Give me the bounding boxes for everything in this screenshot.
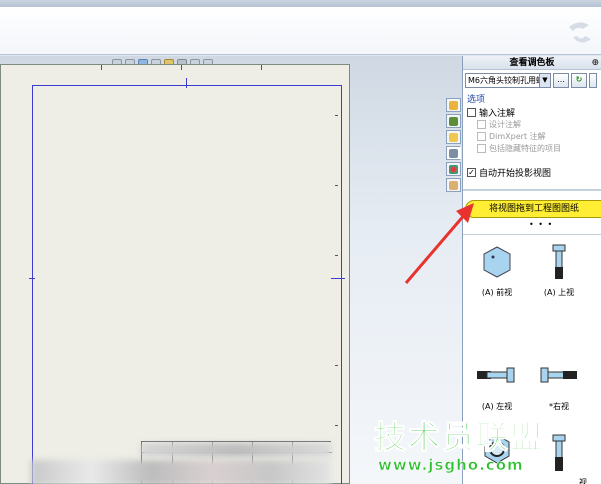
library-icon: [449, 116, 458, 126]
tab-file-explorer[interactable]: [446, 130, 461, 144]
options-group: 选项 输入注解 设计注解 DimXpert 注解 包括隐藏特征的项目 ✓ 自动开…: [467, 92, 599, 179]
dimxpert-annotations-checkbox: [477, 131, 486, 141]
appearance-icon: [449, 164, 458, 174]
import-annotations-label: 输入注解: [479, 108, 516, 119]
hidden-features-row: 包括隐藏特征的项目: [467, 142, 599, 154]
hex-bolt-right-icon: [540, 367, 577, 383]
tab-design-library[interactable]: [446, 114, 461, 128]
dimxpert-annotations-row: DimXpert 注解: [467, 130, 599, 142]
design-annotations-checkbox: [477, 119, 486, 129]
zone-tick: [335, 425, 338, 426]
view-label: (A) 左视: [481, 402, 513, 411]
view-palette-icon: [449, 148, 458, 158]
model-select[interactable]: M6六角头铰制孔用螺栓 ▼: [465, 72, 551, 88]
palette-separator: [463, 189, 601, 191]
view-label: *右视: [549, 402, 569, 411]
hidden-features-label: 包括隐藏特征的项目: [489, 143, 561, 153]
tab-view-palette[interactable]: [446, 146, 461, 160]
auto-projected-checkbox[interactable]: ✓: [467, 167, 476, 177]
tab-appearances[interactable]: [446, 162, 461, 176]
zone-tick: [181, 65, 182, 70]
hidden-features-checkbox: [477, 143, 486, 153]
zone-tick: [335, 115, 338, 116]
drawing-sheet[interactable]: [0, 64, 350, 484]
center-mark: [186, 78, 187, 88]
zone-tick: [335, 255, 338, 256]
sheet-border: [29, 78, 345, 484]
center-mark: [29, 278, 35, 279]
view-thumbnail-top[interactable]: (A) 上视: [529, 241, 589, 311]
red-arrow-annotation-icon: [404, 203, 474, 284]
zone-tick: [335, 365, 338, 366]
chevron-down-icon[interactable]: ▼: [539, 73, 550, 87]
import-annotations-checkbox[interactable]: [467, 107, 476, 117]
task-pane-tabs: [446, 98, 462, 198]
watermark: 技术员联盟 www.jsgho.com: [370, 412, 601, 484]
dimxpert-annotations-label: DimXpert 注解: [489, 131, 546, 141]
watermark-title: 技术员联盟: [373, 418, 545, 457]
watermark-url: www.jsgho.com: [378, 456, 524, 475]
model-select-row: M6六角头铰制孔用螺栓 ▼ ... ↻: [465, 72, 601, 88]
properties-icon: [449, 180, 458, 190]
auto-projected-row: ✓ 自动开始投影视图: [467, 166, 599, 179]
zone-tick: [101, 65, 102, 70]
center-mark: [331, 278, 345, 279]
pin-icon[interactable]: ⊕: [591, 56, 599, 70]
auto-projected-label: 自动开始投影视图: [479, 168, 552, 179]
view-label: (A) 上视: [543, 288, 575, 297]
zone-tick: [261, 65, 262, 70]
title-strip: [0, 0, 601, 7]
command-ribbon: [0, 7, 601, 55]
hex-bolt-top-icon: [552, 244, 566, 279]
zone-tick: [335, 185, 338, 186]
design-annotations-row: 设计注解: [467, 118, 599, 130]
refresh-button[interactable]: ↻: [571, 72, 587, 88]
tab-solidworks-resources[interactable]: [446, 98, 461, 112]
view-palette-title: 查看调色板: [509, 58, 555, 68]
import-annotations-row: 输入注解: [467, 106, 599, 119]
folder-icon: [449, 132, 458, 142]
resize-grip[interactable]: • • •: [529, 220, 553, 229]
blurred-title-block-content: [141, 443, 331, 457]
drag-views-banner: 将视图拖到工程图图纸: [465, 200, 601, 218]
tab-custom-properties[interactable]: [446, 178, 461, 192]
browse-button[interactable]: ...: [553, 72, 569, 88]
overflow-button[interactable]: [589, 72, 597, 88]
options-title: 选项: [467, 95, 486, 105]
blurred-title-block-content: [31, 460, 331, 484]
design-annotations-label: 设计注解: [489, 119, 521, 129]
view-palette-header: 查看调色板 ⊕: [463, 56, 601, 70]
solidworks-logo-icon: [569, 22, 591, 43]
hex-bolt-left-icon: [477, 367, 515, 383]
home-icon: [449, 100, 458, 110]
